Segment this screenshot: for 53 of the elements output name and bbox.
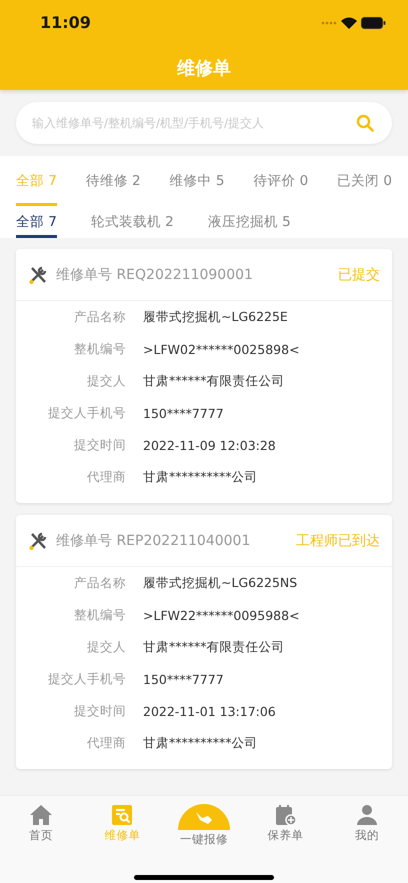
tools-icon xyxy=(28,264,48,284)
field-label: 提交人手机号 xyxy=(47,404,126,422)
field-label: 提交时间 xyxy=(73,436,126,454)
status-tab[interactable]: 维修中 5 xyxy=(170,156,224,206)
field-label: 产品名称 xyxy=(73,308,126,326)
search-icon[interactable] xyxy=(356,114,374,132)
status-tab[interactable]: 待评价 0 xyxy=(253,156,308,206)
field-value: 甘肃******有限责任公司 xyxy=(143,372,284,390)
type-tab[interactable]: 轮式装载机 2 xyxy=(90,206,174,238)
type-tab[interactable]: 液压挖掘机 5 xyxy=(208,206,291,238)
field-value: 2022-11-01 13:17:06 xyxy=(143,704,276,718)
calendar-add-icon xyxy=(274,804,297,826)
signal-icon xyxy=(321,20,337,24)
field-label: 产品名称 xyxy=(73,574,126,592)
field-value: >LFW22******0095988< xyxy=(143,608,300,622)
person-icon xyxy=(356,804,378,826)
field-label: 提交人 xyxy=(86,638,126,656)
order-status: 已提交 xyxy=(338,266,380,284)
order-card[interactable]: 维修单号 REQ202211090001 已提交 产品名称 履带式挖掘机~LG6225E 整机编号 >LFW02******0025898< 提交人 甘肃******有限责任公司 提交人手机号 150****7777 提交时间 2022-11-09 12:03:28 代理商 甘肃**********公司 xyxy=(16,249,392,503)
order-status: 工程师已到达 xyxy=(296,532,380,550)
battery-icon xyxy=(361,16,386,28)
field-value: >LFW02******0025898< xyxy=(143,342,300,356)
field-label: 整机编号 xyxy=(73,340,126,358)
tab-bar-item[interactable]: 我的 xyxy=(326,804,408,847)
field-label: 代理商 xyxy=(86,734,126,752)
document-search-icon xyxy=(111,804,134,826)
tab-bar-item[interactable]: 保养单 xyxy=(244,804,326,847)
field-label: 提交时间 xyxy=(73,702,126,720)
tab-bar-item[interactable]: 一键报修 xyxy=(163,804,245,847)
status-tab[interactable]: 待维修 2 xyxy=(86,156,141,206)
field-label: 整机编号 xyxy=(73,606,126,624)
order-number: 维修单号 REQ202211090001 xyxy=(56,266,254,284)
field-label: 提交人手机号 xyxy=(47,670,126,688)
page-title: 维修单 xyxy=(176,56,232,80)
field-label: 代理商 xyxy=(86,468,126,486)
order-card[interactable]: 维修单号 REP202211040001 工程师已到达 产品名称 履带式挖掘机~LG6225NS 整机编号 >LFW22******0095988< 提交人 甘肃******有限责任公司 提交人手机号 150****7777 提交时间 2022-11-01 13:17:06 代理商 甘肃**********公司 xyxy=(16,515,392,769)
field-value: 150****7777 xyxy=(143,406,224,420)
field-value: 甘肃**********公司 xyxy=(143,734,258,752)
status-tab[interactable]: 已关闭 0 xyxy=(337,156,392,206)
field-value: 甘肃**********公司 xyxy=(143,468,258,486)
tab-bar-item[interactable]: 首页 xyxy=(0,804,82,847)
field-label: 提交人 xyxy=(86,372,126,390)
field-value: 2022-11-09 12:03:28 xyxy=(143,438,276,452)
home-icon xyxy=(28,804,53,826)
field-value: 履带式挖掘机~LG6225E xyxy=(143,308,288,326)
status-time: 11:09 xyxy=(40,13,91,32)
order-number: 维修单号 REP202211040001 xyxy=(56,532,252,550)
field-value: 甘肃******有限责任公司 xyxy=(143,638,284,656)
tools-icon xyxy=(28,530,48,550)
field-value: 履带式挖掘机~LG6225NS xyxy=(143,574,298,592)
type-tab[interactable]: 全部 7 xyxy=(16,206,57,238)
wifi-icon xyxy=(341,16,357,28)
field-value: 150****7777 xyxy=(143,672,224,686)
